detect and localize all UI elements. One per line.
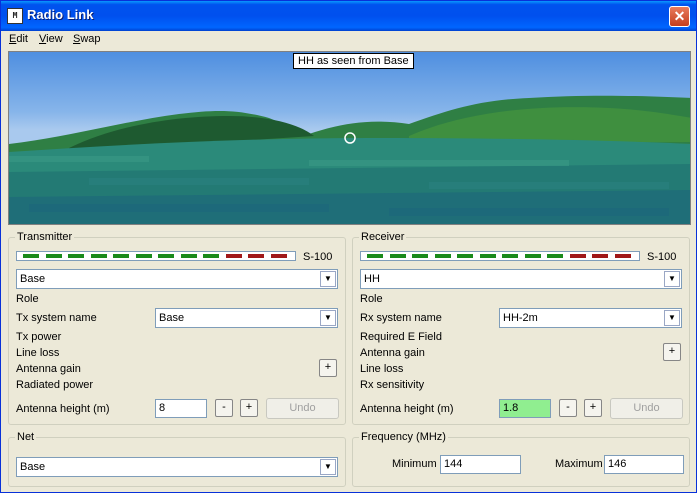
tx-antenna-height-label: Antenna height (m) [16,403,110,415]
tx-station-combo[interactable]: Base ▼ [16,269,338,289]
rx-antenna-height-input[interactable]: 1.8 [499,399,551,418]
meter-segment [524,254,541,258]
frequency-min-input[interactable]: 144 [440,455,521,474]
meter-segment [547,254,563,258]
tx-undo-button[interactable]: Undo [266,398,339,419]
chevron-down-icon[interactable]: ▼ [664,271,680,287]
tx-height-decrement-button[interactable]: - [215,399,233,417]
terrain-image [9,95,690,224]
meter-segment [68,254,84,258]
rx-height-decrement-button[interactable]: - [559,399,577,417]
meter-segment [502,254,518,258]
frequency-max-label: Maximum [555,458,603,470]
meter-segment [248,254,264,258]
window-title: Radio Link [27,7,94,22]
meter-segment [158,254,174,258]
tx-role-label: Role [16,293,39,305]
frequency-group: Frequency (MHz) Minimum 144 Maximum 146 [352,431,690,487]
net-combo[interactable]: Base ▼ [16,457,338,477]
radio-link-window: M Radio Link ✕ Edit View Swap HH as seen… [0,0,697,493]
tx-system-value: Base [159,312,185,324]
tx-antenna-gain-label: Antenna gain [16,363,81,375]
chevron-down-icon[interactable]: ▼ [320,459,336,475]
net-value: Base [20,461,46,473]
app-icon[interactable]: M [7,8,23,24]
rx-signal-meter [360,251,640,261]
tx-height-increment-button[interactable]: + [240,399,258,417]
rx-meter-label: S-100 [647,251,677,263]
tx-signal-meter [16,251,296,261]
tx-system-combo[interactable]: Base ▼ [155,308,338,328]
chevron-down-icon[interactable]: ▼ [320,310,336,326]
rx-antenna-height-label: Antenna height (m) [360,403,454,415]
net-title: Net [15,431,37,443]
meter-segment [569,254,586,258]
terrain-3d-view[interactable]: HH as seen from Base [8,51,691,225]
tx-gain-add-button[interactable]: + [319,359,337,377]
transmitter-group: Transmitter S-100 Base ▼ Role Tx system … [8,231,346,425]
rx-antenna-gain-label: Antenna gain [360,347,425,359]
tx-system-label: Tx system name [16,312,97,324]
rx-role-label: Role [360,293,383,305]
tx-radiated-power-label: Radiated power [16,379,94,391]
view-caption: HH as seen from Base [293,53,414,69]
close-button[interactable]: ✕ [669,6,690,27]
rx-line-loss-label: Line loss [360,363,404,375]
rx-sensitivity-label: Rx sensitivity [360,379,425,391]
rx-system-label: Rx system name [360,312,442,324]
transmitter-title: Transmitter [15,231,75,243]
frequency-max-input[interactable]: 146 [604,455,684,474]
meter-segment [135,254,152,258]
menu-view-label: iew [46,33,63,45]
tx-antenna-height-input[interactable]: 8 [155,399,207,418]
menu-edit-label: dit [16,33,28,45]
meter-segment [614,254,631,258]
meter-segment [90,254,107,258]
rx-gain-add-button[interactable]: + [663,343,681,361]
meter-segment [203,254,219,258]
net-group: Net Base ▼ [8,431,346,487]
menu-swap[interactable]: Swap [73,33,101,45]
meter-segment [225,254,242,258]
tx-line-loss-label: Line loss [16,347,60,359]
rx-system-value: HH-2m [503,312,538,324]
tx-station-value: Base [20,273,46,285]
meter-segment [270,254,287,258]
meter-segment [479,254,496,258]
meter-segment [457,254,473,258]
frequency-min-label: Minimum [392,458,437,470]
chevron-down-icon[interactable]: ▼ [664,310,680,326]
menu-bar: Edit View Swap [1,31,696,49]
chevron-down-icon[interactable]: ▼ [320,271,336,287]
menu-edit[interactable]: Edit [9,33,28,45]
menu-view[interactable]: View [39,33,63,45]
meter-segment [113,254,129,258]
rx-undo-button[interactable]: Undo [610,398,683,419]
tx-power-label: Tx power [16,331,62,343]
frequency-title: Frequency (MHz) [359,431,448,443]
rx-efield-label: Required E Field [360,331,442,343]
receiver-group: Receiver S-100 HH ▼ Role Rx system name … [352,231,690,425]
meter-segment [592,254,608,258]
rx-height-increment-button[interactable]: + [584,399,602,417]
rx-station-combo[interactable]: HH ▼ [360,269,682,289]
meter-segment [23,254,39,258]
meter-segment [180,254,197,258]
meter-segment [367,254,383,258]
tx-meter-label: S-100 [303,251,333,263]
menu-swap-label: wap [80,33,101,45]
meter-segment [389,254,406,258]
rx-system-combo[interactable]: HH-2m ▼ [499,308,682,328]
title-bar[interactable]: M Radio Link ✕ [1,1,696,31]
receiver-title: Receiver [359,231,407,243]
meter-segment [434,254,451,258]
meter-segment [45,254,62,258]
rx-station-value: HH [364,273,380,285]
meter-segment [412,254,428,258]
